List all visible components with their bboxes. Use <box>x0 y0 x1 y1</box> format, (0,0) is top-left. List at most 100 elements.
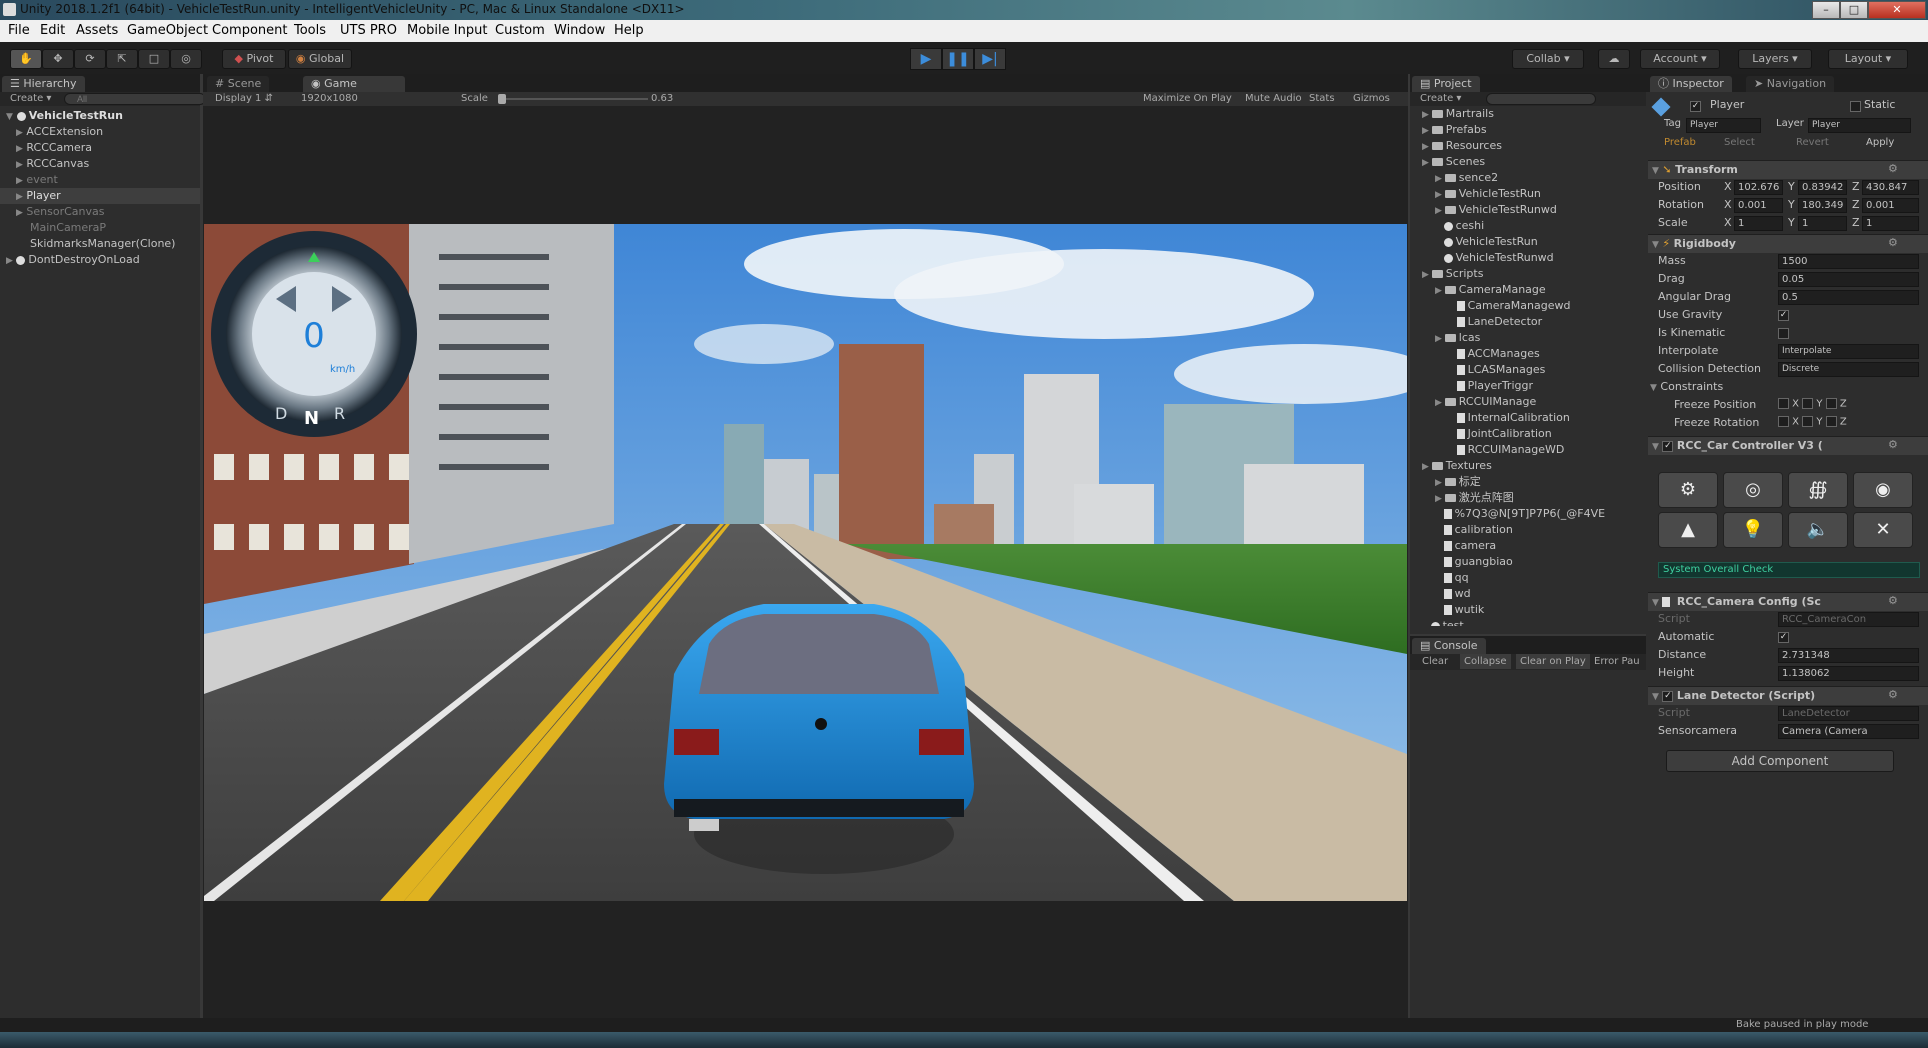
console-error-pause-button[interactable]: Error Pau <box>1594 656 1640 667</box>
list-item[interactable]: VehicleTestRunwd <box>1435 250 1554 266</box>
menu-component[interactable]: Component <box>212 23 287 38</box>
collab-button[interactable]: Collab ▾ <box>1512 49 1584 69</box>
scale-slider-thumb[interactable] <box>498 94 506 104</box>
engine-icon[interactable]: ◉ <box>1853 472 1913 508</box>
expand-arrow-icon[interactable] <box>1448 382 1457 392</box>
suspension-icon[interactable]: ∰ <box>1788 472 1848 508</box>
component-settings-icon[interactable]: ⚙ <box>1888 162 1898 175</box>
list-item[interactable]: ▶ Resources <box>1422 138 1502 154</box>
list-item[interactable]: ▶ 标定 <box>1435 474 1481 490</box>
expand-arrow-icon[interactable] <box>1448 366 1457 376</box>
expand-arrow-icon[interactable]: ▶ <box>1422 126 1432 136</box>
pivot-toggle[interactable]: ◆ Pivot <box>222 49 286 69</box>
rigidbody-header[interactable]: ▼ ⚡ Rigidbody ⚙ <box>1648 234 1928 253</box>
game-render[interactable] <box>204 224 1407 901</box>
expand-arrow-icon[interactable]: ▶ <box>1422 270 1432 280</box>
list-item[interactable]: calibration <box>1435 522 1513 538</box>
expand-arrow-icon[interactable] <box>1448 350 1457 360</box>
menu-file[interactable]: File <box>8 23 30 38</box>
expand-arrow-icon[interactable]: ▶ <box>1435 206 1445 216</box>
expand-arrow-icon[interactable] <box>1448 318 1457 328</box>
list-item[interactable]: ▶ event <box>16 172 58 188</box>
hierarchy-create-button[interactable]: Create ▾ <box>10 93 51 104</box>
component-settings-icon[interactable]: ⚙ <box>1888 688 1898 701</box>
expand-arrow-icon[interactable] <box>1435 558 1444 568</box>
position-x-field[interactable]: 102.676 <box>1734 180 1783 195</box>
list-item[interactable]: ceshi <box>1435 218 1484 234</box>
list-item[interactable]: ACCManages <box>1448 346 1540 362</box>
list-item[interactable]: ▶ sence2 <box>1435 170 1498 186</box>
project-search-input[interactable] <box>1486 93 1596 105</box>
layers-dropdown[interactable]: Layers ▾ <box>1738 49 1812 69</box>
expand-arrow-icon[interactable] <box>1435 574 1444 584</box>
list-item[interactable]: qq <box>1435 570 1469 586</box>
expand-arrow-icon[interactable] <box>1448 302 1457 312</box>
list-item[interactable]: RCCUIManageWD <box>1448 442 1564 458</box>
expand-arrow-icon[interactable] <box>1448 446 1457 456</box>
layout-dropdown[interactable]: Layout ▾ <box>1828 49 1908 69</box>
mass-field[interactable]: 1500 <box>1778 254 1919 269</box>
expand-arrow-icon[interactable]: ▶ <box>1422 462 1432 472</box>
lane-detector-header[interactable]: ▼ ✓ Lane Detector (Script) ⚙ <box>1648 686 1928 705</box>
scale-tool-icon[interactable]: ⇱ <box>106 49 138 69</box>
tools-icon[interactable]: ✕ <box>1853 512 1913 548</box>
scale-x-field[interactable]: 1 <box>1734 216 1783 231</box>
minimize-button[interactable]: – <box>1812 1 1840 19</box>
list-item[interactable]: MainCameraP <box>30 220 106 236</box>
expand-arrow-icon[interactable] <box>1435 254 1444 264</box>
display-dropdown[interactable]: Display 1 ⇵ <box>215 93 273 104</box>
height-field[interactable]: 1.138062 <box>1778 666 1919 681</box>
account-dropdown[interactable]: Account ▾ <box>1640 49 1720 69</box>
menu-gameobject[interactable]: GameObject <box>127 23 208 38</box>
list-item[interactable]: ▶ lcas <box>1435 330 1480 346</box>
cloud-icon[interactable]: ☁ <box>1598 49 1630 69</box>
rotation-z-field[interactable]: 0.001 <box>1862 198 1919 213</box>
wheel-icon[interactable]: ⚙ <box>1658 472 1718 508</box>
expand-arrow-icon[interactable]: ▶ <box>1435 494 1445 504</box>
camera-config-header[interactable]: ▼ RCC_Camera Config (Sc ⚙ <box>1648 592 1928 611</box>
is-kinematic-checkbox[interactable] <box>1778 328 1789 339</box>
scene-root[interactable]: ▼ VehicleTestRun <box>6 108 123 124</box>
console-clear-on-play-button[interactable]: Clear on Play <box>1516 654 1590 669</box>
expand-arrow-icon[interactable] <box>1422 622 1431 626</box>
stability-icon[interactable]: ▲ <box>1658 512 1718 548</box>
object-name[interactable]: Player <box>1710 98 1744 111</box>
scale-z-field[interactable]: 1 <box>1862 216 1919 231</box>
prefab-apply-button[interactable]: Apply <box>1866 137 1894 148</box>
tag-dropdown[interactable]: Player <box>1686 118 1761 133</box>
stats-toggle[interactable]: Stats <box>1309 93 1335 104</box>
list-item-selected[interactable]: ▶ Player <box>0 188 200 204</box>
menu-edit[interactable]: Edit <box>40 23 65 38</box>
list-item[interactable]: %7Q3@N[9T]P7P6(_@F4VE <box>1435 506 1605 522</box>
list-item[interactable]: guangbiao <box>1435 554 1513 570</box>
scale-y-field[interactable]: 1 <box>1798 216 1847 231</box>
angular-drag-field[interactable]: 0.5 <box>1778 290 1919 305</box>
list-item[interactable]: SkidmarksManager(Clone) <box>30 236 175 252</box>
menu-mobile-input[interactable]: Mobile Input <box>407 23 487 38</box>
tab-inspector[interactable]: ⓘ Inspector <box>1650 76 1732 92</box>
tab-hierarchy[interactable]: ☰ Hierarchy <box>2 76 85 92</box>
expand-arrow-icon[interactable]: ▶ <box>1435 174 1445 184</box>
list-item[interactable]: ▶ 激光点阵图 <box>1435 490 1514 506</box>
play-button[interactable]: ▶ <box>910 48 942 70</box>
menu-custom[interactable]: Custom <box>495 23 545 38</box>
component-settings-icon[interactable]: ⚙ <box>1888 236 1898 249</box>
automatic-checkbox[interactable]: ✓ <box>1778 632 1789 643</box>
menu-help[interactable]: Help <box>614 23 644 38</box>
tab-console[interactable]: ▤ Console <box>1412 638 1486 654</box>
transform-header[interactable]: ▼ ➘ Transform ⚙ <box>1648 160 1928 179</box>
expand-arrow-icon[interactable]: ▶ <box>1435 286 1445 296</box>
close-button[interactable]: ✕ <box>1868 1 1926 19</box>
list-item[interactable]: ▶ RCCUIManage <box>1435 394 1536 410</box>
expand-arrow-icon[interactable]: ▶ <box>1435 334 1445 344</box>
move-tool-icon[interactable]: ✥ <box>42 49 74 69</box>
menu-uts-pro[interactable]: UTS PRO <box>340 23 397 38</box>
rotation-x-field[interactable]: 0.001 <box>1734 198 1783 213</box>
transform-tool-icon[interactable]: ◎ <box>170 49 202 69</box>
list-item[interactable]: InternalCalibration <box>1448 410 1570 426</box>
expand-arrow-icon[interactable] <box>1435 238 1444 248</box>
component-settings-icon[interactable]: ⚙ <box>1888 594 1898 607</box>
list-item[interactable]: ▶ SensorCanvas <box>16 204 105 220</box>
gizmos-dropdown[interactable]: Gizmos <box>1353 93 1390 104</box>
menu-tools[interactable]: Tools <box>294 23 326 38</box>
